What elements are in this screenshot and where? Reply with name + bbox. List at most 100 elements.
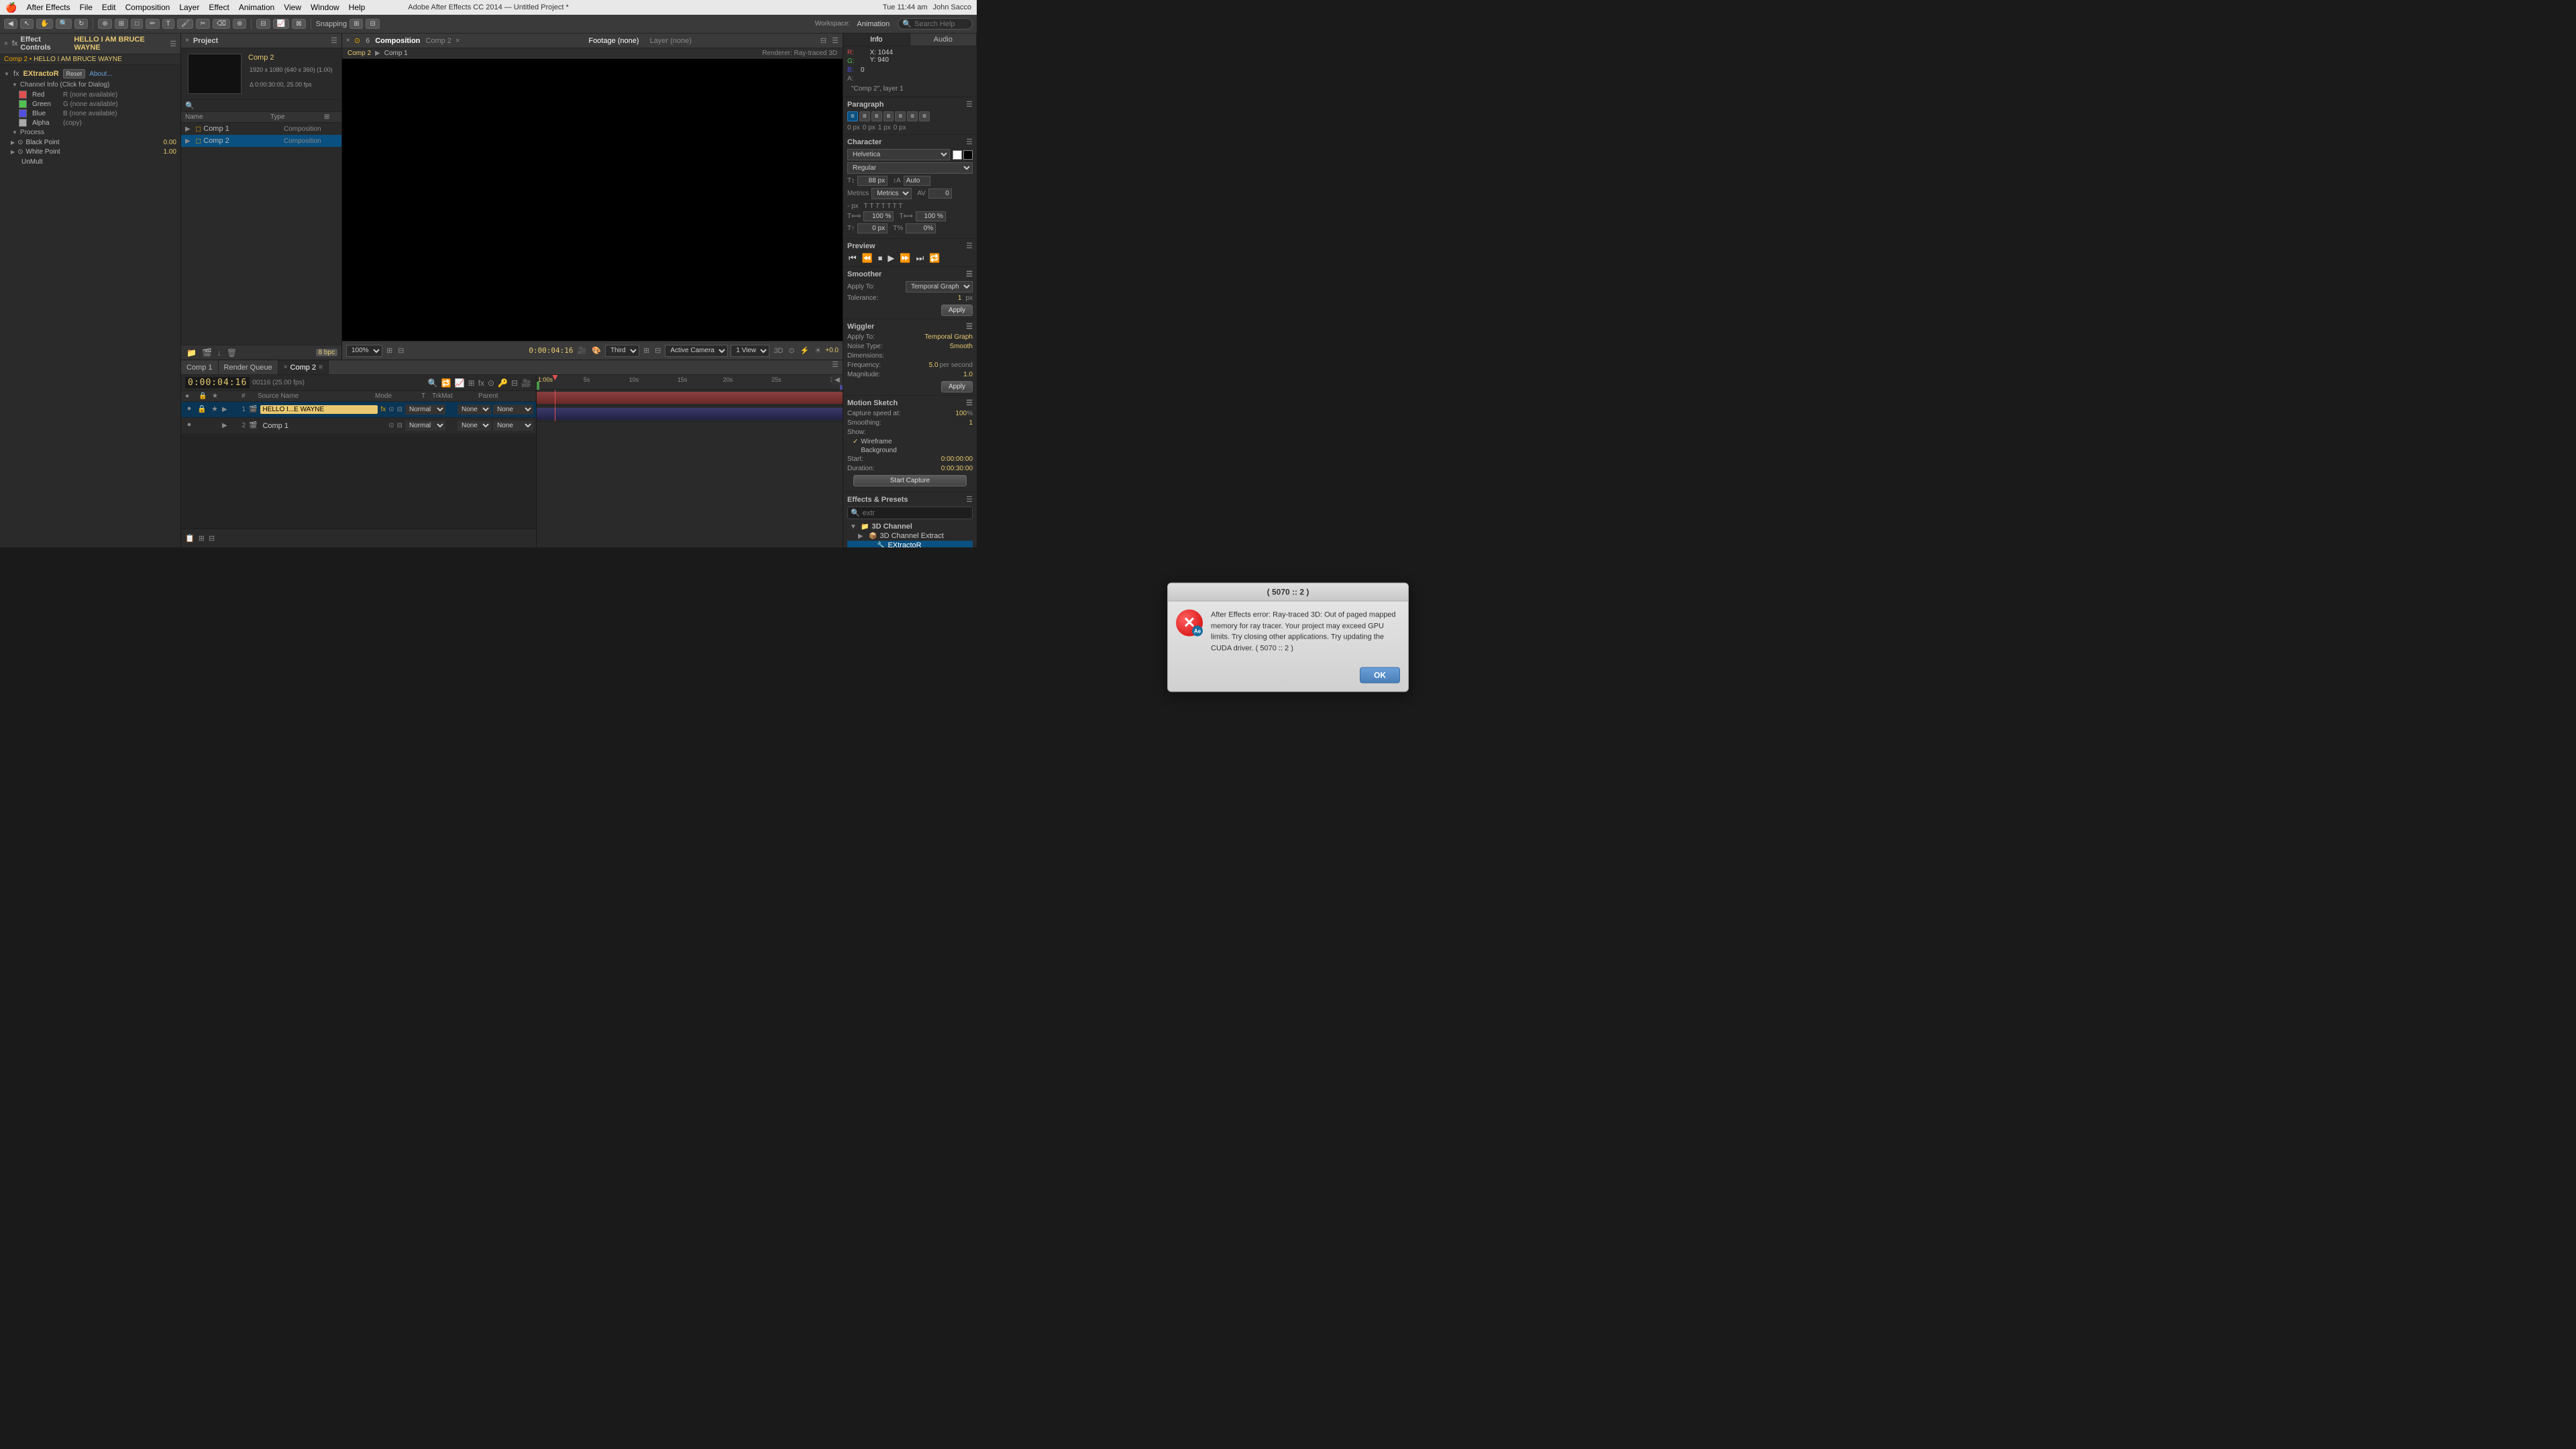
black-point-icon[interactable]: ⊙ — [17, 139, 23, 146]
layer1-parent-select[interactable]: None — [493, 405, 533, 415]
region-btn[interactable]: ⊞ — [642, 346, 651, 355]
layer2-mode-select[interactable]: Normal — [405, 421, 445, 431]
black-point-expand[interactable] — [11, 138, 15, 146]
project-panel-close[interactable]: × — [185, 37, 189, 44]
menu-help[interactable]: Help — [349, 3, 366, 12]
frame-btn[interactable]: ⊞ — [199, 534, 205, 543]
preview-last-btn[interactable]: ⏭ — [915, 253, 926, 264]
effects-search-input[interactable] — [863, 509, 969, 517]
effect-about-btn[interactable]: About... — [89, 70, 112, 78]
layer-row-2[interactable]: ● ▶ 2 🎬 Comp 1 ⊙ ⊟ N — [181, 418, 536, 434]
zoom-select[interactable]: 100% — [346, 345, 382, 357]
metrics-select[interactable]: Metrics — [871, 188, 912, 199]
menu-layer[interactable]: Layer — [179, 3, 199, 12]
font-family-select[interactable]: Helvetica — [847, 149, 950, 160]
fill-color-swatch[interactable] — [953, 150, 962, 160]
info-tab[interactable]: Info — [843, 34, 910, 46]
new-comp-btn[interactable]: 🎬 — [201, 348, 213, 358]
timecode-display[interactable]: 0:00:04:16 — [185, 377, 250, 388]
baseline-input[interactable] — [857, 223, 888, 233]
preview-play-btn[interactable]: ▶ — [886, 253, 896, 264]
exposure-btn[interactable]: ☀ — [813, 346, 822, 355]
toolbar-toggle-btn[interactable]: ◀ — [4, 19, 17, 29]
new-folder-btn[interactable]: 📁 — [185, 348, 198, 358]
toolbar-tool-pin[interactable]: ⊠ — [292, 19, 305, 29]
layer1-fx-btn[interactable]: fx — [380, 406, 386, 413]
kerning-input[interactable] — [928, 189, 952, 199]
menu-view[interactable]: View — [284, 3, 301, 12]
black-point-value[interactable]: 0.00 — [164, 139, 176, 146]
wireframe-checkbox[interactable]: ✓ — [853, 438, 858, 445]
footage-none-tab[interactable]: Footage (none) — [583, 37, 644, 45]
delete-btn[interactable]: 🗑 — [225, 348, 238, 358]
draft-btn[interactable]: ⊙ — [787, 346, 796, 355]
channel-info-section[interactable]: Channel Info (Click for Dialog) — [0, 80, 180, 90]
comp2-expand[interactable]: ▶ — [185, 138, 193, 145]
project-panel-menu[interactable]: ☰ — [331, 36, 337, 45]
toolbar-tool-align[interactable]: ⊟ — [256, 19, 270, 29]
audio-tab[interactable]: Audio — [910, 34, 977, 46]
layer1-vis[interactable]: ● — [184, 405, 195, 415]
project-search[interactable]: 🔍 — [181, 99, 341, 112]
layer1-name[interactable]: HELLO I...E WAYNE — [260, 405, 378, 414]
background-checkbox[interactable]: ✓ — [853, 447, 858, 454]
toolbar-tool-pan[interactable]: ⊞ — [115, 19, 128, 29]
channel-info-expand[interactable] — [12, 81, 17, 89]
timeline-tab-comp1[interactable]: Comp 1 — [181, 360, 219, 374]
timeline-tab-comp2-menu[interactable]: ≡ — [319, 364, 323, 371]
layer2-parent-select[interactable]: None — [493, 421, 533, 431]
viewer-close[interactable]: × — [346, 37, 350, 44]
tl-draft-btn[interactable]: 🔍 — [427, 378, 439, 388]
split-btn[interactable]: ⊟ — [209, 534, 215, 543]
justify-right-btn[interactable]: ≡ — [907, 111, 918, 121]
tl-mask-btn[interactable]: ⊞ — [468, 378, 476, 388]
layer1-lock[interactable]: 🔒 — [197, 405, 207, 415]
smoother-apply-btn[interactable]: Apply — [941, 305, 973, 316]
tl-fx-btn[interactable]: fx — [478, 378, 485, 388]
tree-item-extractor[interactable]: 🔧 EXtractoR — [847, 541, 973, 547]
effect-expand-icon[interactable] — [4, 70, 9, 78]
3dchannel-extract-expand[interactable]: ▶ — [858, 533, 866, 540]
layer2-motion-btn[interactable]: ⊙ — [388, 422, 394, 429]
menu-effect[interactable]: Effect — [209, 3, 229, 12]
layer2-trkmat-select[interactable]: None — [458, 421, 491, 431]
layer1-mode-select[interactable]: Normal — [405, 405, 445, 415]
project-item-comp2[interactable]: ▶ □ Comp 2 Composition — [181, 135, 341, 147]
fast-preview-btn[interactable]: ⚡ — [799, 346, 811, 355]
color-btn[interactable]: 🎨 — [590, 346, 602, 355]
toolbar-tool-rotation[interactable]: ↻ — [74, 19, 88, 29]
toolbar-tool-brush[interactable]: 🖌 — [177, 19, 194, 29]
effects-search[interactable]: 🔍 — [847, 506, 973, 519]
timeline-tab-comp2-close-icon[interactable]: × — [284, 364, 288, 371]
effect-checkbox-icon[interactable]: fx — [13, 70, 19, 78]
justify-all-btn[interactable]: ≡ — [919, 111, 930, 121]
collapse-all-btn[interactable]: ◀ — [832, 375, 843, 385]
grid-btn[interactable]: ⊟ — [396, 346, 405, 355]
preview-loop-btn[interactable]: 🔁 — [928, 253, 941, 264]
viewer-breadcrumb-comp1[interactable]: Comp 1 — [384, 50, 408, 57]
wiggler-apply-btn[interactable]: Apply — [941, 381, 973, 392]
layer2-adj-btn[interactable]: ⊟ — [396, 422, 403, 429]
motion-sketch-menu[interactable]: ☰ — [966, 398, 973, 407]
toolbar-tool-hand[interactable]: ✋ — [36, 19, 52, 29]
character-menu[interactable]: ☰ — [966, 138, 973, 146]
view-select[interactable]: Third — [605, 345, 639, 357]
font-size-input[interactable] — [857, 176, 888, 186]
tl-key-btn[interactable]: 🔑 — [497, 378, 508, 388]
preview-first-btn[interactable]: ⏮ — [847, 253, 858, 264]
dialog-ok-btn[interactable]: OK — [1360, 667, 1400, 684]
layer1-motion-btn[interactable]: ⊙ — [388, 406, 394, 413]
alpha-btn[interactable]: ⊟ — [653, 346, 662, 355]
tl-motion-btn[interactable]: ⊙ — [487, 378, 495, 388]
layer1-expand[interactable]: ▶ — [222, 406, 233, 413]
tsume-input[interactable] — [906, 223, 936, 233]
menu-window[interactable]: Window — [311, 3, 339, 12]
menu-composition[interactable]: Composition — [125, 3, 170, 12]
layer2-solo[interactable] — [209, 421, 220, 431]
viewer-tab-close[interactable]: × — [455, 37, 460, 45]
3d-btn[interactable]: 3D — [772, 347, 784, 355]
comp1-expand[interactable]: ▶ — [185, 125, 193, 133]
search-bar[interactable]: 🔍 — [898, 18, 973, 30]
scale-v-input[interactable] — [916, 211, 946, 221]
viewer-maximize-icon[interactable]: ⊟ — [820, 36, 826, 45]
